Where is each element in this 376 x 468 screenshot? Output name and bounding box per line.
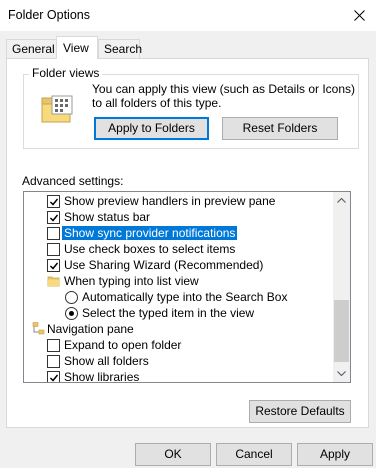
list-item[interactable]: Show status bar bbox=[24, 209, 333, 225]
folder-views-description: You can apply this view (such as Details… bbox=[92, 82, 356, 110]
list-item[interactable]: Show libraries bbox=[24, 369, 333, 382]
close-button[interactable] bbox=[342, 0, 376, 31]
scroll-thumb[interactable] bbox=[334, 300, 349, 362]
folder-views-icon bbox=[41, 95, 73, 123]
checkbox[interactable] bbox=[47, 339, 60, 352]
tab-general[interactable]: General bbox=[6, 39, 61, 58]
scroll-down-button[interactable] bbox=[333, 365, 350, 382]
list-item-label: Use check boxes to select items bbox=[64, 242, 236, 256]
advanced-settings-items: Show preview handlers in preview pane Sho… bbox=[24, 192, 333, 382]
scroll-up-button[interactable] bbox=[333, 192, 350, 209]
list-item-label: Navigation pane bbox=[47, 322, 134, 336]
checkbox[interactable] bbox=[47, 227, 60, 240]
cancel-button[interactable]: Cancel bbox=[216, 443, 292, 466]
checkbox[interactable] bbox=[47, 355, 60, 368]
list-item[interactable]: Show sync provider notifications bbox=[24, 225, 333, 241]
advanced-settings-label: Advanced settings: bbox=[22, 174, 124, 188]
list-item-label: Show all folders bbox=[64, 354, 149, 368]
tab-view-label: View bbox=[63, 41, 89, 55]
list-item-label: Select the typed item in the view bbox=[82, 306, 255, 320]
folder-views-label: Folder views bbox=[29, 66, 103, 80]
list-item-label: Show libraries bbox=[64, 370, 140, 382]
apply-button[interactable]: Apply bbox=[297, 443, 373, 466]
checkbox-checked[interactable] bbox=[47, 259, 60, 272]
list-item[interactable]: Navigation pane bbox=[24, 321, 333, 337]
list-item-label: Expand to open folder bbox=[64, 338, 182, 352]
chevron-up-icon bbox=[337, 198, 346, 203]
close-icon bbox=[354, 10, 365, 21]
apply-to-folders-button[interactable]: Apply to Folders bbox=[94, 117, 209, 140]
list-item-label: Show sync provider notifications bbox=[62, 226, 238, 240]
list-item-label: Use Sharing Wizard (Recommended) bbox=[64, 258, 264, 272]
ok-button[interactable]: OK bbox=[135, 443, 211, 466]
list-item[interactable]: Show all folders bbox=[24, 353, 333, 369]
list-item[interactable]: Use Sharing Wizard (Recommended) bbox=[24, 257, 333, 273]
checkbox-checked[interactable] bbox=[47, 211, 60, 224]
tab-view[interactable]: View bbox=[56, 36, 98, 59]
radio-selected[interactable] bbox=[65, 307, 78, 320]
tab-search-label: Search bbox=[104, 42, 143, 56]
window-title: Folder Options bbox=[8, 8, 90, 22]
checkmark-icon bbox=[49, 262, 59, 270]
checkbox-checked[interactable] bbox=[47, 371, 60, 382]
advanced-settings-list[interactable]: Show preview handlers in preview pane Sho… bbox=[23, 191, 351, 383]
list-scrollbar[interactable] bbox=[333, 192, 350, 382]
checkmark-icon bbox=[49, 214, 59, 222]
list-item-label: Show status bar bbox=[64, 210, 151, 224]
list-item[interactable]: Show preview handlers in preview pane bbox=[24, 193, 333, 209]
list-item-label: Show preview handlers in preview pane bbox=[64, 194, 276, 208]
chevron-down-icon bbox=[337, 371, 346, 376]
radio[interactable] bbox=[65, 291, 78, 304]
checkmark-icon bbox=[49, 198, 59, 206]
list-item[interactable]: Expand to open folder bbox=[24, 337, 333, 353]
checkbox[interactable] bbox=[47, 243, 60, 256]
list-item-label: When typing into list view bbox=[64, 274, 199, 288]
list-item[interactable]: Automatically type into the Search Box bbox=[24, 289, 333, 305]
list-item[interactable]: Select the typed item in the view bbox=[24, 305, 333, 321]
checkbox-checked[interactable] bbox=[47, 195, 60, 208]
reset-folders-button[interactable]: Reset Folders bbox=[222, 117, 338, 140]
title-bar: Folder Options bbox=[0, 0, 376, 31]
tab-search[interactable]: Search bbox=[98, 39, 143, 58]
restore-defaults-button[interactable]: Restore Defaults bbox=[249, 400, 351, 423]
list-item[interactable]: When typing into list view bbox=[24, 273, 333, 289]
list-item[interactable]: Use check boxes to select items bbox=[24, 241, 333, 257]
checkmark-icon bbox=[49, 374, 59, 382]
list-item-label: Automatically type into the Search Box bbox=[82, 290, 288, 304]
tab-general-label: General bbox=[12, 42, 55, 56]
